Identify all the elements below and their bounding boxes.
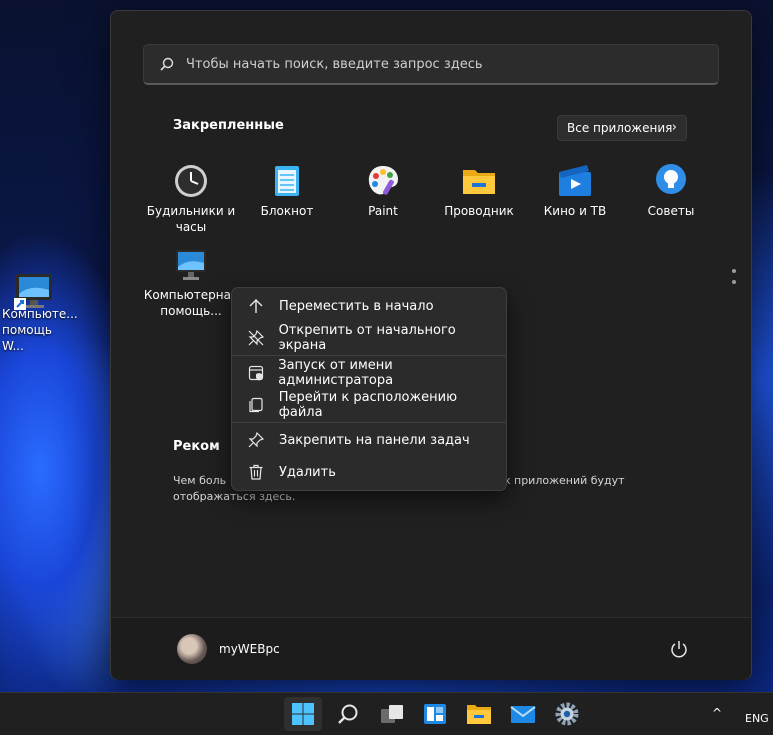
computer-monitor-icon xyxy=(173,247,209,283)
arrow-up-icon xyxy=(247,297,265,315)
pinned-app-label: Будильники и часы xyxy=(146,204,236,234)
mail-icon xyxy=(510,704,536,724)
task-view-button[interactable] xyxy=(373,697,411,731)
context-item-move-to-top[interactable]: Переместить в начало xyxy=(236,291,502,321)
computer-monitor-icon xyxy=(12,272,52,310)
recommended-text-line2: отображаться здесь. xyxy=(173,490,296,503)
avatar[interactable] xyxy=(177,634,207,664)
context-item-label: Закрепить на панели задач xyxy=(279,432,470,448)
recommended-text-left: Чем боль xyxy=(173,474,227,487)
alarm-clock-icon xyxy=(173,163,209,199)
notepad-icon xyxy=(269,163,305,199)
language-indicator[interactable]: ENG xyxy=(745,712,769,725)
pinned-app-tips[interactable]: Советы xyxy=(623,163,719,219)
all-apps-button[interactable]: Все приложения › xyxy=(557,115,687,141)
context-item-open-file-location[interactable]: Перейти к расположению файла xyxy=(236,390,502,420)
recommended-text-right: х приложений будут xyxy=(504,474,625,487)
pinned-app-notepad[interactable]: Блокнот xyxy=(239,163,335,219)
recommended-section-title: Реком xyxy=(173,439,220,454)
pinned-app-label: Советы xyxy=(647,204,695,218)
pinned-app-paint[interactable]: Paint xyxy=(335,163,431,219)
settings-button[interactable] xyxy=(548,697,586,731)
windows-logo-icon xyxy=(291,702,315,726)
pinned-app-computer-help[interactable]: Компьютерная помощь... xyxy=(143,247,239,319)
context-item-label: Переместить в начало xyxy=(279,298,434,314)
tips-lightbulb-icon xyxy=(653,163,689,199)
task-view-icon xyxy=(380,703,404,725)
context-item-unpin-start[interactable]: Открепить от начального экрана xyxy=(236,323,502,353)
search-icon xyxy=(160,57,174,71)
user-name[interactable]: myWEBpc xyxy=(219,642,280,656)
chevron-right-icon: › xyxy=(671,120,677,135)
shield-run-as-admin-icon xyxy=(247,364,264,382)
pinned-app-label: Компьютерная помощь... xyxy=(143,288,239,318)
context-item-run-as-admin[interactable]: Запуск от имени администратора xyxy=(236,358,502,388)
unpin-icon xyxy=(247,329,265,347)
movies-tv-icon xyxy=(557,163,593,199)
pinned-app-label: Блокнот xyxy=(260,204,314,218)
paint-palette-icon xyxy=(365,163,401,199)
pinned-app-alarms[interactable]: Будильники и часы xyxy=(143,163,239,235)
context-item-label: Перейти к расположению файла xyxy=(278,390,458,420)
pinned-app-label: Проводник xyxy=(444,204,514,218)
context-item-label: Открепить от начального экрана xyxy=(278,323,456,353)
context-item-label: Удалить xyxy=(279,464,336,480)
open-file-location-icon xyxy=(247,396,265,414)
pinned-app-explorer[interactable]: Проводник xyxy=(431,163,527,219)
mail-button[interactable] xyxy=(504,697,542,731)
start-menu-footer: myWEBpc xyxy=(111,617,751,680)
start-button[interactable] xyxy=(284,697,322,731)
file-explorer-button[interactable] xyxy=(460,697,498,731)
widgets-button[interactable] xyxy=(416,697,454,731)
pinned-app-label: Кино и ТВ xyxy=(543,204,607,218)
desktop-shortcut-computer-help[interactable]: Компьюте... помощь W... xyxy=(0,272,78,354)
taskbar-search-button[interactable] xyxy=(329,697,367,731)
taskbar: ^ ENG xyxy=(0,692,773,735)
context-item-label: Запуск от имени администратора xyxy=(278,358,394,388)
pin-icon xyxy=(247,431,265,449)
file-explorer-folder-icon xyxy=(466,703,492,725)
all-apps-label: Все приложения xyxy=(567,121,673,135)
gear-icon xyxy=(555,702,579,726)
context-menu: Переместить в начало Открепить от началь… xyxy=(231,287,507,491)
search-icon xyxy=(337,703,359,725)
trash-icon xyxy=(247,463,265,481)
context-item-pin-taskbar[interactable]: Закрепить на панели задач xyxy=(236,425,502,455)
menu-divider xyxy=(232,422,506,423)
file-explorer-folder-icon xyxy=(461,163,497,199)
pinned-section-title: Закрепленные xyxy=(173,118,284,133)
pinned-app-movies-tv[interactable]: Кино и ТВ xyxy=(527,163,623,219)
menu-divider xyxy=(232,355,506,356)
page-indicator-dots[interactable] xyxy=(732,269,736,291)
power-icon[interactable] xyxy=(669,639,689,659)
tray-overflow-chevron-icon[interactable]: ^ xyxy=(712,706,722,720)
search-placeholder: Чтобы начать поиск, введите запрос здесь xyxy=(186,56,483,72)
context-item-uninstall[interactable]: Удалить xyxy=(236,457,502,487)
pinned-app-label: Paint xyxy=(368,204,398,218)
search-box[interactable]: Чтобы начать поиск, введите запрос здесь xyxy=(143,44,719,85)
widgets-icon xyxy=(423,702,447,726)
desktop-shortcut-label-2: помощь W... xyxy=(2,323,52,353)
